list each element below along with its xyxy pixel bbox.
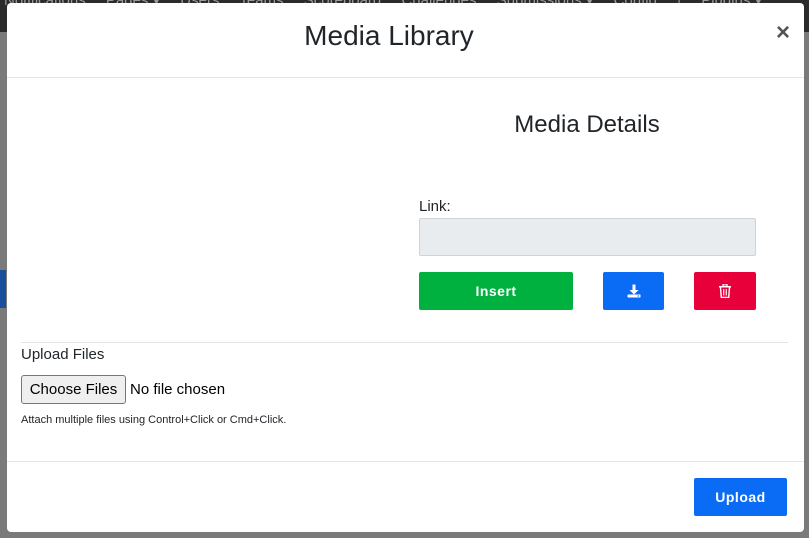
download-button[interactable] <box>603 272 664 310</box>
upload-hint: Attach multiple files using Control+Clic… <box>21 414 287 426</box>
trash-icon <box>719 284 731 298</box>
choose-files-button[interactable]: Choose Files <box>21 375 126 404</box>
upload-button[interactable]: Upload <box>694 478 787 516</box>
media-library-modal: Media Library × Media Details Link: Inse… <box>7 3 804 532</box>
modal-title: Media Library <box>304 20 474 51</box>
upload-files-label: Upload Files <box>21 346 105 363</box>
insert-button[interactable]: Insert <box>419 272 573 310</box>
link-field[interactable] <box>419 218 756 256</box>
footer-divider <box>7 461 804 462</box>
delete-button[interactable] <box>694 272 756 310</box>
background-button-edge <box>0 270 6 308</box>
download-icon <box>627 284 641 298</box>
file-status-text: No file chosen <box>130 381 226 398</box>
section-divider <box>21 342 788 343</box>
modal-header: Media Library × <box>7 3 804 78</box>
close-icon[interactable]: × <box>776 21 790 45</box>
media-details-title: Media Details <box>514 111 660 138</box>
link-label: Link: <box>419 198 451 215</box>
